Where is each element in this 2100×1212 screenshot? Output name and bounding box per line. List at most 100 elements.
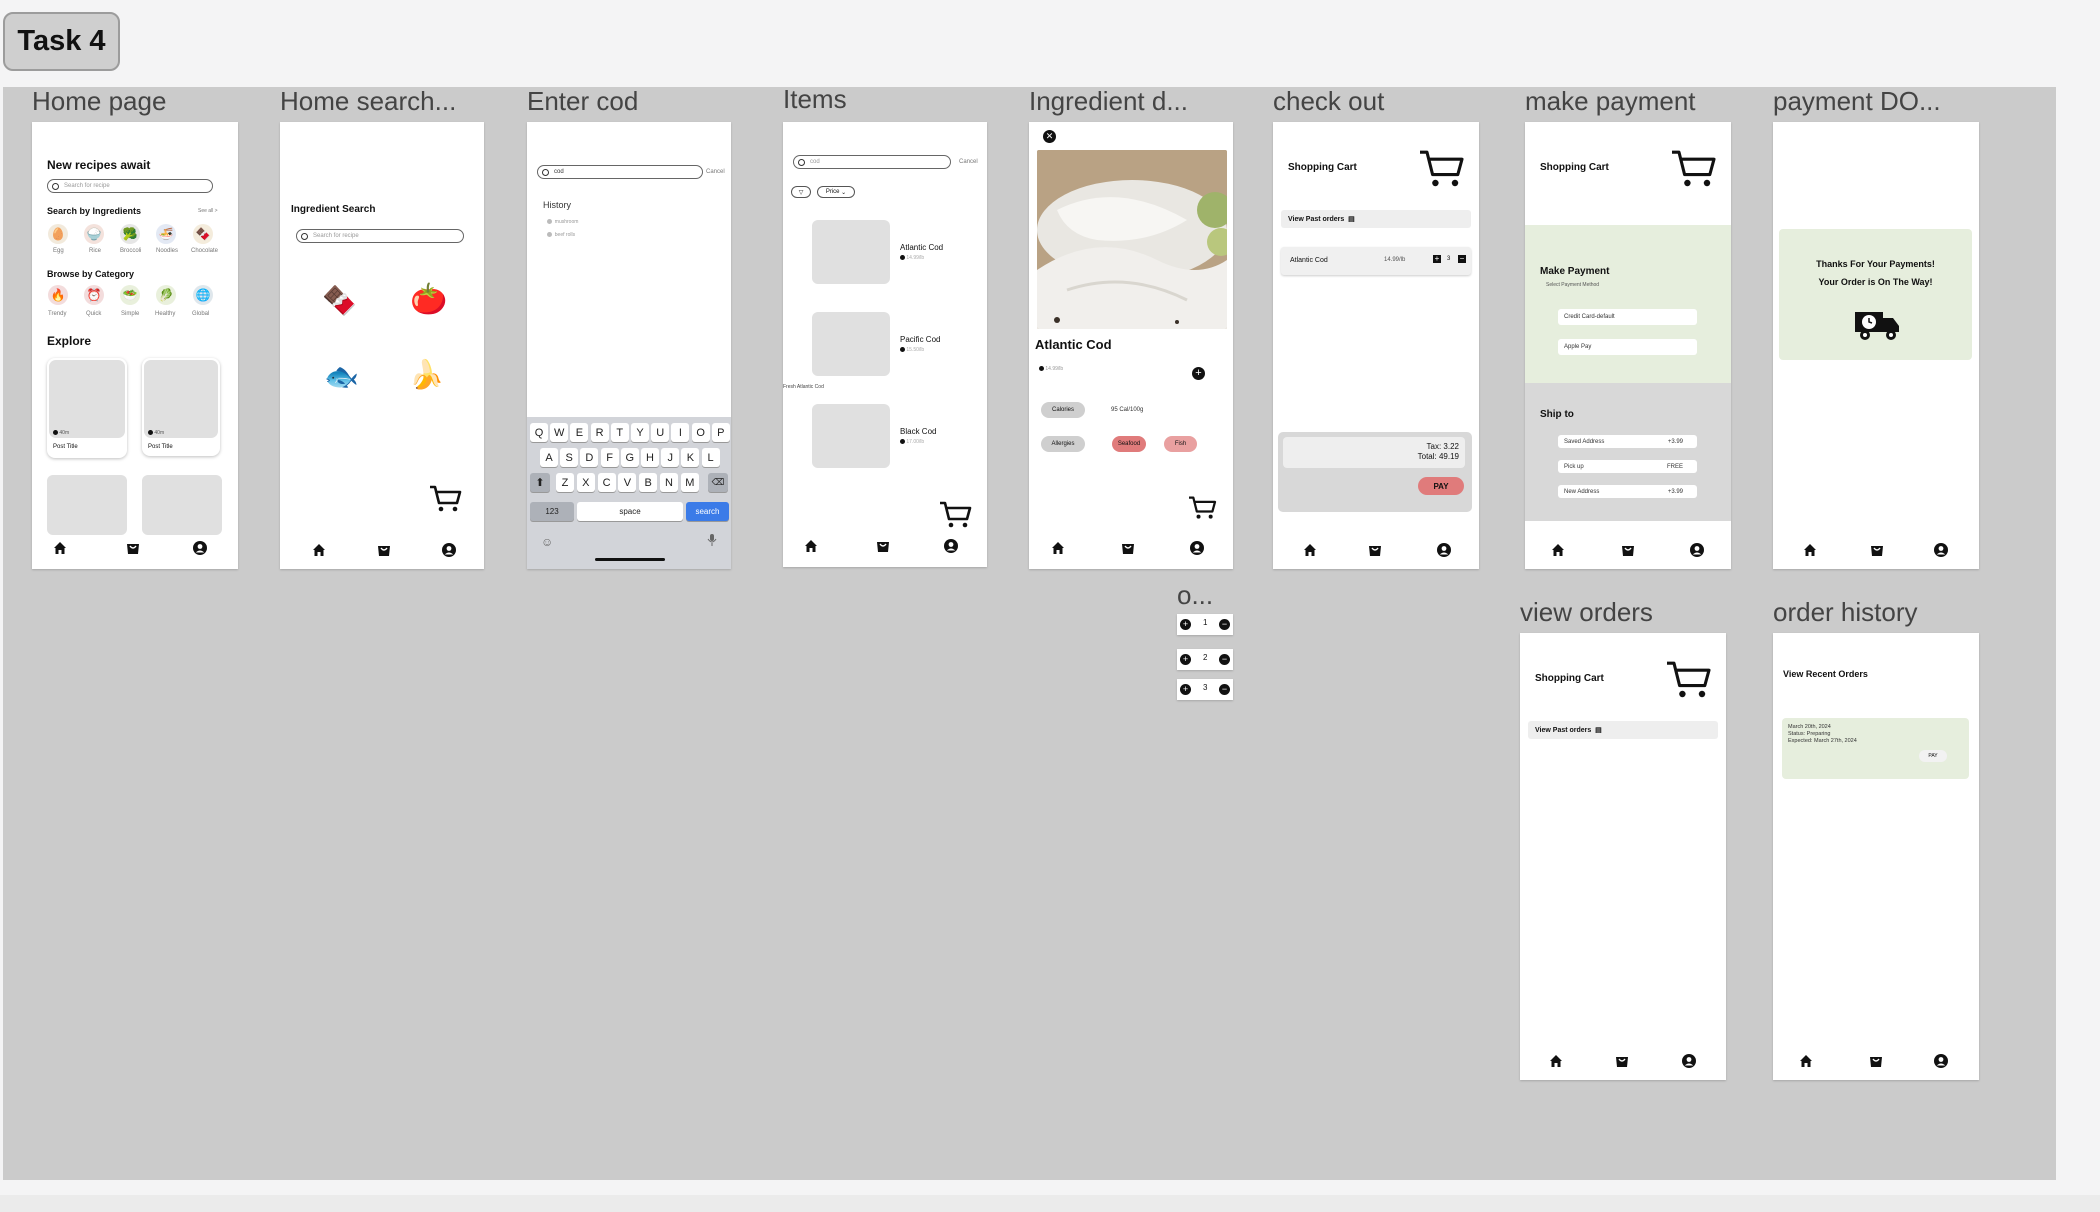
frame-view-orders[interactable]: Shopping Cart View Past orders ▤ — [1520, 633, 1726, 1080]
frame-label-enter-cod[interactable]: Enter cod — [527, 86, 638, 117]
plus-icon[interactable]: + — [1180, 619, 1191, 630]
frame-label-view-orders[interactable]: view orders — [1520, 597, 1653, 628]
key-c[interactable]: C — [597, 473, 616, 492]
bag-icon[interactable] — [1614, 1053, 1630, 1074]
key-p[interactable]: P — [711, 423, 730, 442]
frame-label-ingredient[interactable]: Ingredient d... — [1029, 86, 1188, 117]
past-orders-button[interactable]: View Past orders ▤ — [1281, 210, 1471, 228]
frame-home-search[interactable]: Ingredient Search Search for recipe 🍫 🍅 … — [280, 122, 484, 569]
cart-icon[interactable] — [1416, 148, 1466, 195]
cod-search-input[interactable]: cod — [537, 165, 703, 179]
bag-icon[interactable] — [875, 538, 891, 559]
bag-icon[interactable] — [1869, 542, 1885, 563]
global-icon[interactable]: 🌐 — [193, 285, 213, 305]
bag-icon[interactable] — [376, 542, 392, 563]
shipping-option[interactable]: Pick up FREE — [1558, 460, 1697, 473]
profile-icon[interactable] — [192, 540, 208, 561]
bag-icon[interactable] — [125, 540, 141, 561]
frame-order-history[interactable]: View Recent Orders March 20th, 2024 Stat… — [1773, 633, 1979, 1080]
cart-icon[interactable] — [1668, 148, 1718, 195]
key-y[interactable]: Y — [631, 423, 649, 442]
payment-option[interactable]: Credit Card-default — [1558, 309, 1697, 325]
item-name[interactable]: Atlantic Cod — [900, 243, 943, 252]
frame-home[interactable]: New recipes await Search for recipe Sear… — [32, 122, 238, 569]
chocolate-icon[interactable]: 🍫 — [322, 284, 357, 317]
close-icon[interactable]: ✕ — [1043, 130, 1056, 143]
microphone-icon[interactable] — [707, 533, 717, 552]
home-icon[interactable] — [803, 538, 819, 559]
frame-items[interactable]: cod Cancel ▽ Price ⌄ Atlantic Cod 14.99/… — [783, 122, 987, 567]
items-search-input[interactable]: cod — [793, 155, 951, 169]
order-pay-button[interactable]: PAY — [1919, 750, 1947, 762]
key-m[interactable]: M — [680, 473, 699, 492]
filter-icon[interactable]: ▽ — [791, 186, 811, 198]
quantity-stepper[interactable]: + 1 − — [1177, 614, 1233, 635]
key-f[interactable]: F — [600, 448, 619, 467]
frame-label-order-history[interactable]: order history — [1773, 597, 1918, 628]
frame-label-payment-done[interactable]: payment DO... — [1773, 86, 1941, 117]
key-u[interactable]: U — [651, 423, 670, 442]
frame-payment-done[interactable]: Thanks For Your Payments! Your Order is … — [1773, 122, 1979, 569]
plus-icon[interactable]: + — [1192, 367, 1205, 380]
profile-icon[interactable] — [1189, 540, 1205, 561]
history-item[interactable]: mushroom — [547, 219, 578, 225]
profile-icon[interactable] — [1933, 1053, 1949, 1074]
minus-icon[interactable]: − — [1219, 684, 1230, 695]
cancel-button[interactable]: Cancel — [959, 159, 978, 165]
frame-label-o[interactable]: o... — [1177, 580, 1213, 611]
simple-icon[interactable]: 🥗 — [120, 285, 140, 305]
key-v[interactable]: V — [618, 473, 637, 492]
cart-icon[interactable] — [1187, 495, 1217, 526]
backspace-key[interactable]: ⌫ — [708, 473, 728, 492]
key-q[interactable]: Q — [530, 423, 548, 442]
quantity-stepper[interactable]: + 2 − — [1177, 649, 1233, 670]
bag-icon[interactable] — [1367, 542, 1383, 563]
post-card[interactable]: 40m Post Title — [47, 358, 127, 458]
profile-icon[interactable] — [943, 538, 959, 559]
post-card-placeholder[interactable] — [142, 475, 222, 535]
fish-icon[interactable]: 🐟 — [324, 360, 359, 393]
profile-icon[interactable] — [1681, 1053, 1697, 1074]
key-w[interactable]: W — [550, 423, 569, 442]
key-r[interactable]: R — [590, 423, 609, 442]
minus-icon[interactable]: − — [1219, 654, 1230, 665]
shipping-option[interactable]: New Address +3.99 — [1558, 485, 1697, 498]
quantity-stepper[interactable]: + 3 − — [1177, 679, 1233, 700]
key-e[interactable]: E — [570, 423, 589, 442]
key-a[interactable]: A — [540, 448, 558, 467]
frame-label-items[interactable]: Items — [783, 84, 847, 115]
key-h[interactable]: H — [641, 448, 659, 467]
home-icon[interactable] — [1798, 1053, 1814, 1074]
post-card-placeholder[interactable] — [47, 475, 127, 535]
home-icon[interactable] — [1302, 542, 1318, 563]
emoji-icon[interactable]: ☺ — [541, 535, 553, 549]
search-key[interactable]: search — [686, 502, 729, 521]
item-thumbnail[interactable] — [812, 220, 890, 284]
home-icon[interactable] — [1548, 1053, 1564, 1074]
price-filter-button[interactable]: Price ⌄ — [817, 186, 855, 198]
home-icon[interactable] — [1802, 542, 1818, 563]
item-name[interactable]: Pacific Cod — [900, 335, 940, 344]
key-n[interactable]: N — [660, 473, 678, 492]
key-b[interactable]: B — [639, 473, 658, 492]
see-all-link[interactable]: See all > — [198, 208, 218, 214]
tag-chip[interactable]: Seafood — [1112, 436, 1146, 452]
key-g[interactable]: G — [620, 448, 639, 467]
shift-key[interactable]: ⬆ — [530, 473, 550, 492]
frame-enter-cod[interactable]: cod Cancel History mushroom beef rolls Q… — [527, 122, 731, 569]
home-icon[interactable] — [52, 540, 68, 561]
cancel-button[interactable]: Cancel — [706, 169, 725, 175]
item-name[interactable]: Black Cod — [900, 427, 936, 436]
tag-chip[interactable]: Fish — [1164, 436, 1197, 452]
payment-option[interactable]: Apple Pay — [1558, 339, 1697, 355]
key-x[interactable]: X — [576, 473, 595, 492]
rice-icon[interactable]: 🍚 — [84, 224, 104, 244]
egg-icon[interactable]: 🥚 — [48, 224, 68, 244]
key-l[interactable]: L — [701, 448, 720, 467]
frame-label-home-search[interactable]: Home search... — [280, 86, 456, 117]
bag-icon[interactable] — [1868, 1053, 1884, 1074]
minus-icon[interactable]: − — [1219, 619, 1230, 630]
plus-icon[interactable]: + — [1180, 654, 1191, 665]
cart-icon[interactable] — [1663, 659, 1713, 706]
minus-icon[interactable]: − — [1458, 255, 1466, 263]
